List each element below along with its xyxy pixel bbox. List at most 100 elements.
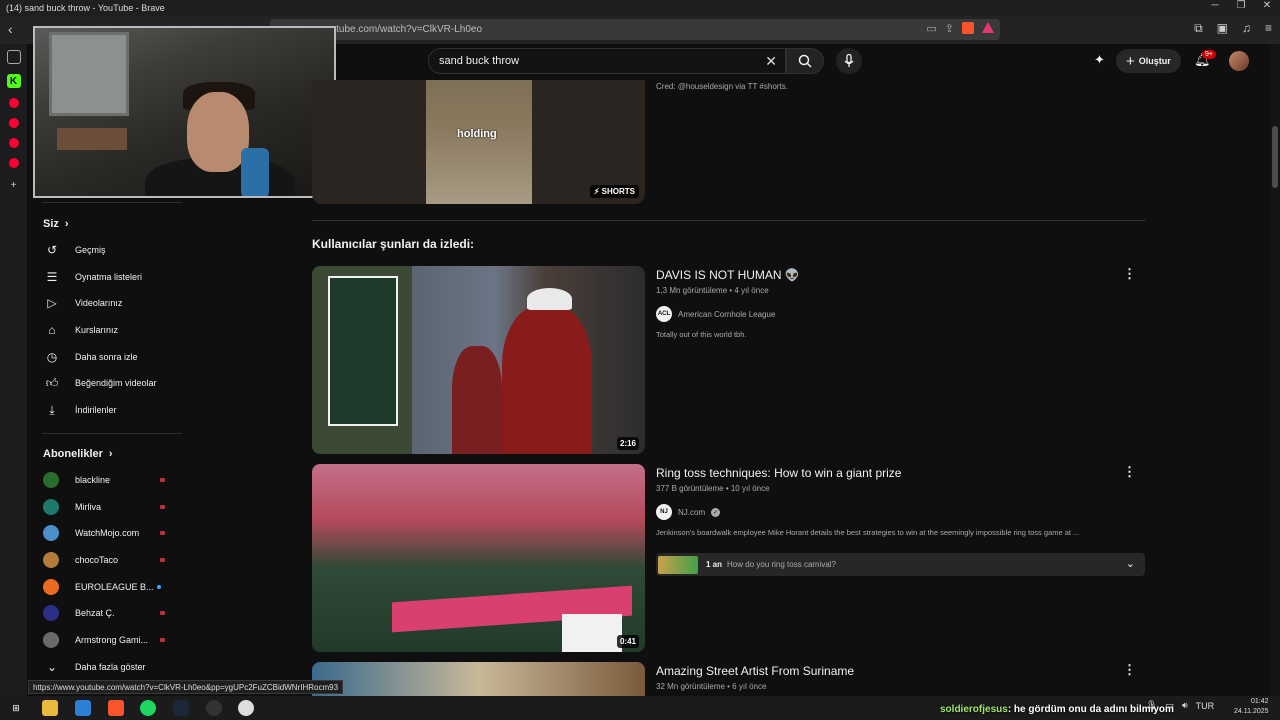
shorts-thumbnail[interactable]: holding ⚡︎ SHORTS	[312, 80, 645, 204]
create-button[interactable]: + Oluştur	[1116, 49, 1181, 73]
brave-browser-icon[interactable]	[108, 700, 124, 716]
channel-avatar	[43, 472, 59, 488]
subscription-item[interactable]: WatchMojo.com	[43, 522, 183, 544]
sidebar-item-liked-videos[interactable]: 👍︎ Beğendiğim videolar	[43, 372, 183, 394]
video-title[interactable]: DAVIS IS NOT HUMAN 👽	[656, 268, 800, 282]
voice-search-button[interactable]	[836, 48, 862, 74]
store-icon[interactable]	[75, 700, 91, 716]
system-tray: 🎙︎ ▭ 🔊︎ TUR	[1146, 700, 1214, 711]
video-thumbnail[interactable]: 0:41	[312, 464, 645, 652]
video-thumbnail[interactable]	[312, 662, 645, 696]
browser-sidebar: K +	[0, 44, 27, 696]
restore-icon[interactable]: ❐	[1228, 0, 1254, 11]
kick-icon[interactable]: K	[6, 74, 21, 88]
youtube-tab-icon[interactable]	[8, 158, 19, 168]
chevron-right-icon: ›	[108, 448, 113, 460]
sidebar-you-heading[interactable]: Siz ›	[43, 218, 69, 230]
sidebar-toggle-icon[interactable]	[6, 50, 21, 64]
spotify-icon[interactable]	[140, 700, 156, 716]
video-result: Amazing Street Artist From Suriname 32 M…	[312, 662, 1146, 696]
shorts-badge: ⚡︎ SHORTS	[589, 185, 639, 198]
share-icon[interactable]: ⇪	[945, 22, 954, 35]
wallet-icon[interactable]: ▣	[1217, 21, 1228, 36]
menu-icon[interactable]: ≡	[1265, 21, 1272, 36]
sparkle-icon[interactable]: ✦	[1094, 52, 1105, 68]
live-indicator-icon	[160, 638, 165, 642]
chapter-thumbnail	[658, 555, 698, 574]
status-bar-url: https://www.youtube.com/watch?v=ClkVR-Lh…	[28, 680, 344, 694]
address-url: youtube.com/watch?v=ClkVR-Lh0eo	[320, 24, 483, 35]
subscription-item[interactable]: Armstrong Gami...	[43, 629, 183, 651]
history-icon: ↺	[46, 243, 58, 257]
sidebar-item-watch-later[interactable]: ◷ Daha sonra izle	[43, 346, 183, 368]
youtube-header: sand buck throw ✕ ✦ + Oluştur 🔔︎ 9+	[336, 44, 1272, 80]
video-channel[interactable]: NJ NJ.com ✓	[656, 504, 721, 520]
more-options-icon[interactable]: ⋮	[1123, 266, 1136, 282]
subscription-item[interactable]: chocoTaco	[43, 549, 183, 571]
video-icon: ▷	[47, 296, 57, 310]
course-icon: ⌂	[48, 323, 56, 337]
subscription-item[interactable]: Behzat Ç.	[43, 602, 183, 624]
sidebar-item-your-videos[interactable]: ▷ Videolarınız	[43, 292, 183, 314]
sidebar-item-label: Beğendiğim videolar	[75, 378, 157, 388]
address-bar[interactable]: youtube.com/watch?v=ClkVR-Lh0eo ▭ ⇪	[270, 19, 1000, 40]
sidebar-item-courses[interactable]: ⌂ Kurslarınız	[43, 319, 183, 341]
video-title[interactable]: Amazing Street Artist From Suriname	[656, 664, 854, 678]
sidebar-item-label: Geçmiş	[75, 245, 106, 255]
brave-rewards-icon[interactable]	[982, 22, 994, 33]
app-icon[interactable]	[238, 700, 254, 716]
input-language[interactable]: TUR	[1196, 701, 1215, 711]
extensions-icon[interactable]: ⧉	[1194, 21, 1203, 36]
scrollbar-thumb[interactable]	[1272, 126, 1278, 188]
more-options-icon[interactable]: ⋮	[1123, 464, 1136, 480]
subscription-label: blackline	[75, 475, 111, 485]
search-input[interactable]: sand buck throw ✕	[428, 48, 786, 74]
brave-shields-icon[interactable]	[962, 22, 974, 34]
like-icon: 👍︎	[45, 375, 59, 390]
window-titlebar: (14) sand buck throw - YouTube - Brave ─…	[0, 0, 1280, 16]
network-icon[interactable]: ▭	[1165, 700, 1174, 711]
system-clock[interactable]: 01:42 24.11.2025	[1234, 697, 1269, 717]
sidebar-item-history[interactable]: ↺ Geçmiş	[43, 239, 183, 261]
subscription-item[interactable]: EUROLEAGUE B...	[43, 576, 183, 598]
account-avatar[interactable]	[1229, 51, 1249, 71]
music-icon[interactable]: ♫	[1242, 21, 1251, 36]
steam-icon[interactable]	[173, 700, 189, 716]
windows-start-icon[interactable]: ⊞	[8, 700, 24, 716]
subscription-item[interactable]: blackline	[43, 469, 183, 491]
channel-avatar: NJ	[656, 504, 672, 520]
youtube-tab-icon[interactable]	[8, 118, 19, 128]
volume-icon[interactable]: 🔊︎	[1182, 700, 1188, 711]
microphone-tray-icon[interactable]: 🎙︎	[1146, 700, 1157, 711]
youtube-tab-icon[interactable]	[8, 98, 19, 108]
page-scrollbar[interactable]	[1270, 44, 1280, 696]
more-options-icon[interactable]: ⋮	[1123, 662, 1136, 678]
subscription-item[interactable]: Mirliva	[43, 496, 183, 518]
video-thumbnail[interactable]: 2:16	[312, 266, 645, 454]
search-button[interactable]	[786, 48, 824, 74]
live-indicator-icon	[160, 478, 165, 482]
video-result: 2:16 DAVIS IS NOT HUMAN 👽 1,3 Mn görüntü…	[312, 266, 1146, 454]
close-window-icon[interactable]: ✕	[1254, 0, 1280, 11]
sidebar-item-playlists[interactable]: ☰ Oynatma listeleri	[43, 266, 183, 288]
video-title[interactable]: Ring toss techniques: How to win a giant…	[656, 466, 901, 480]
file-explorer-icon[interactable]	[42, 700, 58, 716]
youtube-tab-icon[interactable]	[8, 138, 19, 148]
subscription-label: Armstrong Gami...	[75, 635, 149, 645]
cast-icon[interactable]: ▭	[926, 22, 936, 35]
sidebar-item-downloads[interactable]: ⤓ İndirilenler	[43, 399, 183, 421]
video-channel[interactable]: ACL American Cornhole League	[656, 306, 775, 322]
minimize-icon[interactable]: ─	[1202, 0, 1228, 11]
sidebar-subscriptions-heading[interactable]: Abonelikler ›	[43, 448, 113, 460]
chevron-down-icon[interactable]: ⌄	[1126, 557, 1135, 570]
obs-icon[interactable]	[206, 700, 222, 716]
channel-avatar	[43, 579, 59, 595]
section-divider	[312, 220, 1146, 221]
key-moment-chapter[interactable]: 1 an How do you ring toss carnival? ⌄	[656, 553, 1145, 576]
sidebar-item-label: Kurslarınız	[75, 325, 119, 335]
back-arrow-icon[interactable]: ‹	[8, 21, 13, 37]
add-panel-icon[interactable]: +	[7, 178, 21, 192]
clear-search-icon[interactable]: ✕	[765, 53, 777, 70]
stream-chat-message: soldierofjesus: he gördüm onu da adını b…	[940, 704, 1174, 715]
show-more-button[interactable]: ⌄ Daha fazla göster	[43, 656, 183, 678]
